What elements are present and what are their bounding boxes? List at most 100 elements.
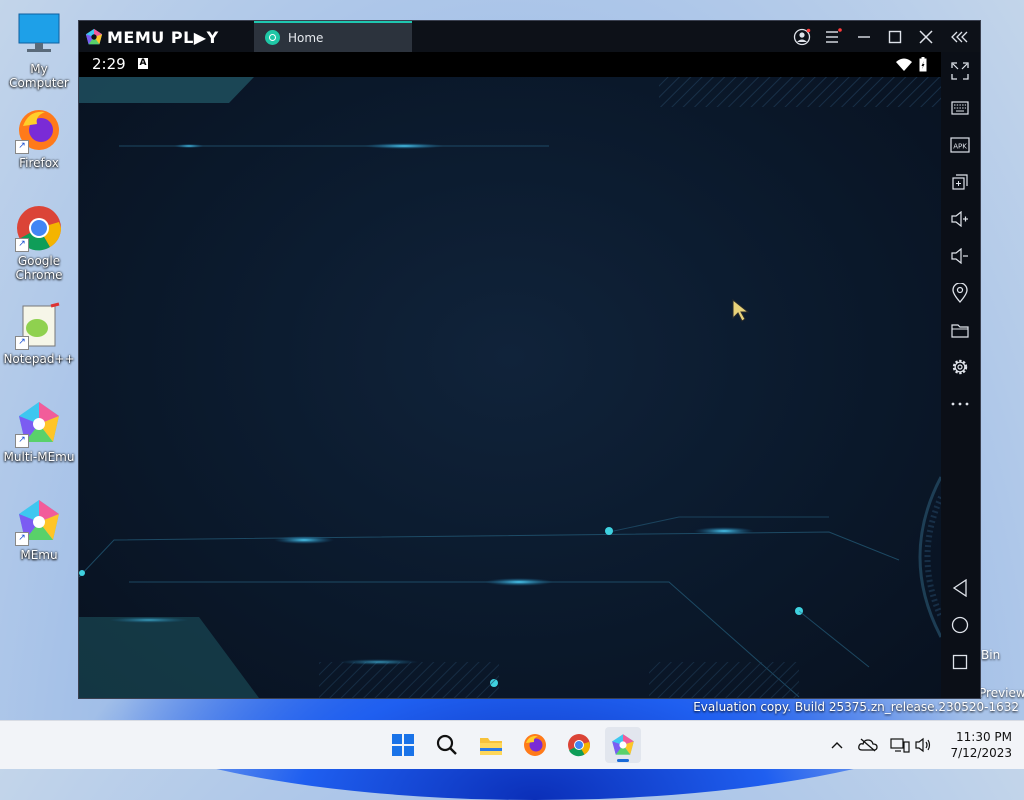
minimize-button[interactable] [853,26,875,48]
file-explorer-icon [480,738,502,755]
collapse-sidebar-button[interactable] [949,26,971,48]
search-icon [436,734,457,755]
double-chevron-left-icon [951,31,968,43]
speaker-icon [915,737,931,753]
apk-icon: APK [950,137,970,153]
windows-taskbar: 11:30 PM 7/12/2023 [0,720,1024,769]
tab-home[interactable]: Home [254,21,412,52]
wifi-icon [896,58,912,71]
chevron-up-icon [831,742,843,749]
watermark-preview: Preview [979,686,1024,700]
folder-icon [951,324,969,338]
notification-a-icon: A [138,58,148,69]
show-hidden-icons-button[interactable] [827,735,847,755]
volume-up-icon [951,211,968,227]
network-button[interactable] [890,735,910,755]
memu-logo: MEMU PL▶Y [85,27,219,47]
minimize-icon [858,36,870,38]
maximize-icon [888,30,902,44]
taskbar-chrome[interactable] [561,727,597,763]
clock-time: 11:30 PM [956,730,1012,744]
taskbar-firefox[interactable] [517,727,553,763]
back-icon [952,579,967,597]
multi-window-button[interactable] [949,171,971,193]
onedrive-offline-icon [858,738,878,752]
multi-memu-icon: ↗ [15,400,63,448]
volume-up-button[interactable] [949,208,971,230]
fullscreen-button[interactable] [949,60,971,82]
shortcut-arrow-icon: ↗ [15,140,29,154]
android-status-bar: 2:29 A [79,52,941,77]
taskbar-memu[interactable] [605,727,641,763]
windows-logo-icon [392,734,414,756]
android-clock: 2:29 [92,55,126,73]
android-recents-button[interactable] [949,651,971,673]
desktop-icon-firefox[interactable]: ↗ Firefox [0,106,78,170]
memu-sidebar-toolbar: APK [941,52,980,698]
recents-icon [952,654,968,670]
desktop-icon-recycle-bin-label[interactable]: Bin [981,648,1000,662]
account-button[interactable] [791,26,813,48]
settings-button[interactable] [949,356,971,378]
memu-titlebar[interactable]: MEMU PL▶Y Home [79,21,980,52]
keyboard-mapping-button[interactable] [949,97,971,119]
network-icon [890,738,910,753]
tab-label: Home [288,30,324,45]
desktop-icon-multi-memu[interactable]: ↗ Multi-MEmu [0,400,78,464]
shortcut-arrow-icon: ↗ [15,238,29,252]
desktop-icon-my-computer[interactable]: My Computer [0,12,78,90]
memu-icon: ↗ [15,498,63,546]
maximize-button[interactable] [884,26,906,48]
onedrive-button[interactable] [858,735,878,755]
chrome-icon: ↗ [15,204,63,252]
desktop-icon-label: Multi-MEmu [3,450,75,464]
desktop-icon-google-chrome[interactable]: ↗ Google Chrome [0,204,78,282]
shortcut-arrow-icon: ↗ [15,532,29,546]
volume-down-icon [951,248,968,264]
home-circle-icon [951,616,969,634]
menu-button[interactable] [822,26,844,48]
taskbar-clock[interactable]: 11:30 PM 7/12/2023 [940,729,1012,761]
memu-window: MEMU PL▶Y Home 2:29 A APK [78,20,981,699]
keyboard-icon [951,101,969,115]
multi-window-icon [952,174,968,190]
desktop-icon-notepadpp[interactable]: ↗ Notepad++ [0,302,78,366]
shared-folder-button[interactable] [949,319,971,341]
android-back-button[interactable] [949,577,971,599]
install-apk-button[interactable]: APK [949,134,971,156]
watermark-evaluation: Evaluation copy. Build 25375.zn_release.… [693,700,1019,714]
desktop-icon-label: Notepad++ [3,352,75,366]
notepadpp-icon: ↗ [15,302,63,350]
fullscreen-icon [951,62,969,80]
battery-icon [919,57,927,72]
android-home-button[interactable] [949,614,971,636]
mouse-cursor-icon [732,298,750,322]
volume-down-button[interactable] [949,245,971,267]
svg-text:APK: APK [953,143,967,151]
shortcut-arrow-icon: ↗ [15,434,29,448]
hamburger-menu-icon [826,28,842,43]
location-button[interactable] [949,282,971,304]
desktop-icon-memu[interactable]: ↗ MEmu [0,498,78,562]
desktop-icon-label: MEmu [20,548,58,562]
memu-icon [612,734,634,755]
taskbar-file-explorer[interactable] [473,727,509,763]
tech-wallpaper [79,77,941,698]
desktop-icon-label: Google Chrome [15,254,63,282]
android-home-tab-icon [265,30,280,45]
account-icon [793,28,811,46]
more-icon [951,402,969,406]
location-icon [952,283,968,303]
desktop-icon-label: My Computer [9,62,69,90]
search-button[interactable] [429,727,465,763]
firefox-icon: ↗ [15,106,63,154]
chrome-icon [568,734,590,757]
more-options-button[interactable] [949,393,971,415]
monitor-icon [15,12,63,60]
start-button[interactable] [385,727,421,763]
android-home-screen[interactable] [79,77,941,698]
volume-button[interactable] [914,735,934,755]
memu-logo-text: MEMU PL▶Y [107,27,219,47]
close-button[interactable] [915,26,937,48]
desktop-icon-label: Firefox [19,156,59,170]
